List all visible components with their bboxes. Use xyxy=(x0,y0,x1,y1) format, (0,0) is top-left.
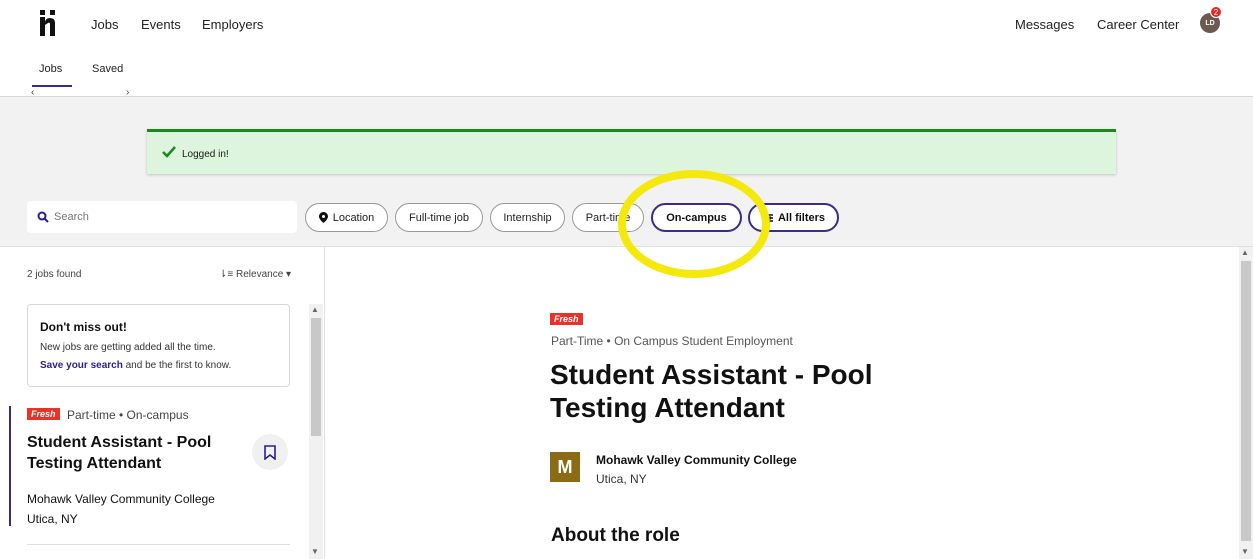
sort-dropdown[interactable]: ⇂≡ Relevance ▾ xyxy=(219,269,291,280)
filter-bar: Location Full-time job Internship Part-t… xyxy=(0,187,1253,247)
list-scrollbar-thumb[interactable] xyxy=(311,318,321,436)
detail-scrollbar-thumb[interactable] xyxy=(1241,261,1251,541)
nav-events-link[interactable]: Events xyxy=(141,17,181,32)
list-scrollbar[interactable]: ▲ ▼ xyxy=(309,304,323,559)
card-divider xyxy=(27,544,290,545)
search-input[interactable] xyxy=(54,201,284,233)
sort-label: Relevance xyxy=(236,269,284,280)
nav-career-center-link[interactable]: Career Center xyxy=(1097,17,1179,32)
scroll-down-icon[interactable]: ▼ xyxy=(1241,547,1249,556)
full-time-filter-label: Full-time job xyxy=(409,211,469,224)
internship-filter-label: Internship xyxy=(503,211,552,224)
caret-down-icon: ▾ xyxy=(283,269,292,280)
fresh-badge: Fresh xyxy=(27,408,60,420)
search-box[interactable] xyxy=(27,201,297,233)
top-nav: Jobs Events Employers Messages Career Ce… xyxy=(0,0,1253,52)
about-role-heading: About the role xyxy=(551,525,680,546)
detail-fresh-badge: Fresh xyxy=(550,313,583,325)
job-card-meta: Part-time • On-campus xyxy=(67,408,189,422)
nav-messages-link[interactable]: Messages xyxy=(1015,17,1074,32)
active-tab-indicator xyxy=(32,85,72,87)
detail-meta: Part-Time • On Campus Student Employment xyxy=(551,334,793,348)
handshake-logo-icon[interactable] xyxy=(38,10,64,36)
scroll-up-icon[interactable]: ▲ xyxy=(1241,248,1249,257)
bookmark-button[interactable] xyxy=(252,434,288,470)
job-detail-title: Student Assistant - Pool Testing Attenda… xyxy=(550,359,873,423)
promo-text-2: Save your search and be the first to kno… xyxy=(40,360,231,371)
check-icon xyxy=(162,146,176,158)
filter-sliders-icon xyxy=(761,213,773,222)
jobs-found-count: 2 jobs found xyxy=(27,269,82,280)
bookmark-icon xyxy=(264,444,276,460)
save-search-promo: Don't miss out! New jobs are getting add… xyxy=(27,304,290,387)
employer-logo[interactable]: M xyxy=(550,452,580,482)
location-filter-chip[interactable]: Location xyxy=(305,203,388,232)
part-time-filter-chip[interactable]: Part-time xyxy=(572,203,644,232)
scroll-down-icon[interactable]: ▼ xyxy=(311,547,319,556)
detail-scrollbar[interactable]: ▲ ▼ xyxy=(1239,247,1253,559)
tab-jobs[interactable]: Jobs xyxy=(39,63,62,75)
alert-message: Logged in! xyxy=(182,149,229,160)
on-campus-filter-chip[interactable]: On-campus xyxy=(651,203,742,232)
job-card-location: Utica, NY xyxy=(27,512,78,526)
tab-saved[interactable]: Saved xyxy=(92,63,123,75)
job-card-title[interactable]: Student Assistant - Pool Testing Attenda… xyxy=(27,432,252,474)
nav-jobs-link[interactable]: Jobs xyxy=(91,17,118,32)
location-filter-label: Location xyxy=(332,211,375,224)
scroll-up-icon[interactable]: ▲ xyxy=(311,305,319,314)
job-card-employer: Mohawk Valley Community College xyxy=(27,492,215,506)
sub-tabs: Jobs Saved ‹ › xyxy=(0,57,1253,98)
promo-text: New jobs are getting added all the time. xyxy=(40,342,216,353)
promo-title: Don't miss out! xyxy=(40,320,127,334)
success-alert: Logged in! xyxy=(147,129,1116,174)
search-icon xyxy=(37,211,49,223)
internship-filter-chip[interactable]: Internship xyxy=(490,203,565,232)
on-campus-filter-label: On-campus xyxy=(666,211,727,224)
employer-name-link[interactable]: Mohawk Valley Community College xyxy=(596,453,797,467)
employer-location: Utica, NY xyxy=(596,472,647,486)
all-filters-label: All filters xyxy=(777,211,826,224)
job-list-pane: 2 jobs found ⇂≡ Relevance ▾ Don't miss o… xyxy=(0,247,325,559)
notification-badge: 2 xyxy=(1210,6,1222,18)
nav-employers-link[interactable]: Employers xyxy=(202,17,263,32)
all-filters-button[interactable]: All filters xyxy=(748,203,839,232)
save-search-link[interactable]: Save your search xyxy=(40,360,123,371)
promo-text-rest: and be the first to know. xyxy=(122,360,232,371)
location-pin-icon xyxy=(318,212,328,223)
full-time-filter-chip[interactable]: Full-time job xyxy=(395,203,483,232)
sort-icon: ⇂≡ xyxy=(219,269,236,280)
part-time-filter-label: Part-time xyxy=(585,211,631,224)
selected-card-indicator xyxy=(9,406,11,526)
